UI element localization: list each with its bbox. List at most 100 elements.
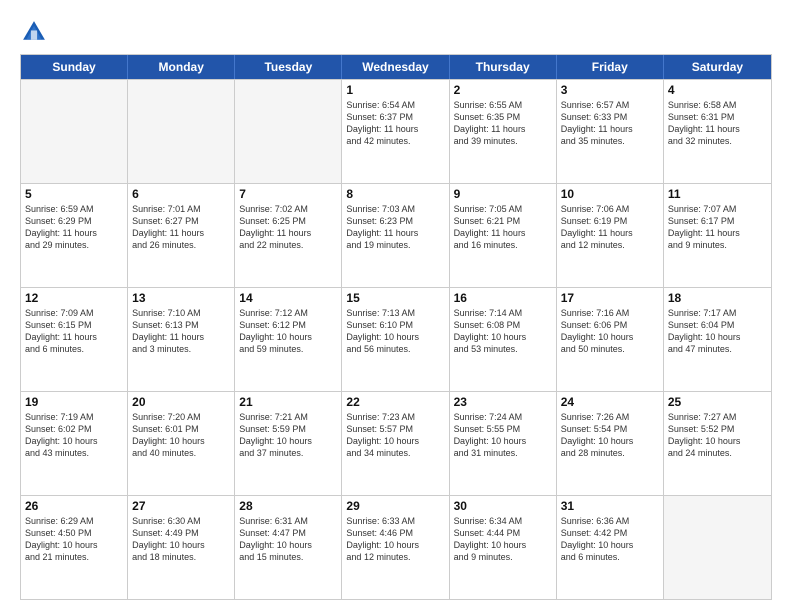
day-cell-6: 6 Sunrise: 7:01 AM Sunset: 6:27 PM Daylig… xyxy=(128,184,235,287)
empty-cell-r4c6 xyxy=(664,496,771,599)
day-number: 8 xyxy=(346,187,444,201)
day-number: 27 xyxy=(132,499,230,513)
day-number: 15 xyxy=(346,291,444,305)
weekday-header-friday: Friday xyxy=(557,55,664,79)
weekday-header-thursday: Thursday xyxy=(450,55,557,79)
day-cell-15: 15Sunrise: 7:13 AM Sunset: 6:10 PM Dayli… xyxy=(342,288,449,391)
day-cell-27: 27 Sunrise: 6:30 AM Sunset: 4:49 PM Dayli… xyxy=(128,496,235,599)
day-info: Sunrise: 7:02 AM Sunset: 6:25 PM Dayligh… xyxy=(239,203,337,252)
day-info: Sunrise: 6:55 AM Sunset: 6:35 PM Dayligh… xyxy=(454,99,552,148)
day-cell-30: 30 Sunrise: 6:34 AM Sunset: 4:44 PM Dayli… xyxy=(450,496,557,599)
day-info: Sunrise: 7:07 AM Sunset: 6:17 PM Dayligh… xyxy=(668,203,767,252)
day-number: 28 xyxy=(239,499,337,513)
day-cell-5: 5Sunrise: 6:59 AM Sunset: 6:29 PM Daylig… xyxy=(21,184,128,287)
day-info: Sunrise: 7:21 AM Sunset: 5:59 PM Dayligh… xyxy=(239,411,337,460)
day-cell-2: 2 Sunrise: 6:55 AM Sunset: 6:35 PM Daylig… xyxy=(450,80,557,183)
day-number: 30 xyxy=(454,499,552,513)
calendar-row-4: 19 Sunrise: 7:19 AM Sunset: 6:02 PM Dayli… xyxy=(21,391,771,495)
day-number: 10 xyxy=(561,187,659,201)
day-number: 24 xyxy=(561,395,659,409)
day-info: Sunrise: 7:01 AM Sunset: 6:27 PM Dayligh… xyxy=(132,203,230,252)
day-cell-29: 29 Sunrise: 6:33 AM Sunset: 4:46 PM Dayli… xyxy=(342,496,449,599)
day-number: 4 xyxy=(668,83,767,97)
day-cell-11: 11 Sunrise: 7:07 AM Sunset: 6:17 PM Dayli… xyxy=(664,184,771,287)
day-number: 29 xyxy=(346,499,444,513)
weekday-header-monday: Monday xyxy=(128,55,235,79)
day-info: Sunrise: 6:30 AM Sunset: 4:49 PM Dayligh… xyxy=(132,515,230,564)
day-cell-28: 28 Sunrise: 6:31 AM Sunset: 4:47 PM Dayli… xyxy=(235,496,342,599)
day-cell-8: 8 Sunrise: 7:03 AM Sunset: 6:23 PM Daylig… xyxy=(342,184,449,287)
day-number: 25 xyxy=(668,395,767,409)
day-cell-22: 22 Sunrise: 7:23 AM Sunset: 5:57 PM Dayli… xyxy=(342,392,449,495)
day-info: Sunrise: 6:34 AM Sunset: 4:44 PM Dayligh… xyxy=(454,515,552,564)
day-number: 14 xyxy=(239,291,337,305)
day-number: 19 xyxy=(25,395,123,409)
day-number: 9 xyxy=(454,187,552,201)
day-info: Sunrise: 6:36 AM Sunset: 4:42 PM Dayligh… xyxy=(561,515,659,564)
page: SundayMondayTuesdayWednesdayThursdayFrid… xyxy=(0,0,792,612)
calendar-row-2: 5Sunrise: 6:59 AM Sunset: 6:29 PM Daylig… xyxy=(21,183,771,287)
calendar-header: SundayMondayTuesdayWednesdayThursdayFrid… xyxy=(21,55,771,79)
day-number: 7 xyxy=(239,187,337,201)
weekday-header-wednesday: Wednesday xyxy=(342,55,449,79)
calendar: SundayMondayTuesdayWednesdayThursdayFrid… xyxy=(20,54,772,600)
day-info: Sunrise: 7:20 AM Sunset: 6:01 PM Dayligh… xyxy=(132,411,230,460)
day-cell-18: 18 Sunrise: 7:17 AM Sunset: 6:04 PM Dayli… xyxy=(664,288,771,391)
day-number: 16 xyxy=(454,291,552,305)
logo-icon xyxy=(20,18,48,46)
day-cell-1: 1 Sunrise: 6:54 AM Sunset: 6:37 PM Daylig… xyxy=(342,80,449,183)
day-number: 6 xyxy=(132,187,230,201)
day-info: Sunrise: 7:17 AM Sunset: 6:04 PM Dayligh… xyxy=(668,307,767,356)
day-cell-10: 10 Sunrise: 7:06 AM Sunset: 6:19 PM Dayli… xyxy=(557,184,664,287)
day-info: Sunrise: 7:12 AM Sunset: 6:12 PM Dayligh… xyxy=(239,307,337,356)
day-cell-26: 26Sunrise: 6:29 AM Sunset: 4:50 PM Dayli… xyxy=(21,496,128,599)
day-info: Sunrise: 7:05 AM Sunset: 6:21 PM Dayligh… xyxy=(454,203,552,252)
day-cell-17: 17 Sunrise: 7:16 AM Sunset: 6:06 PM Dayli… xyxy=(557,288,664,391)
weekday-header-sunday: Sunday xyxy=(21,55,128,79)
day-cell-14: 14 Sunrise: 7:12 AM Sunset: 6:12 PM Dayli… xyxy=(235,288,342,391)
day-info: Sunrise: 7:16 AM Sunset: 6:06 PM Dayligh… xyxy=(561,307,659,356)
day-info: Sunrise: 6:29 AM Sunset: 4:50 PM Dayligh… xyxy=(25,515,123,564)
day-cell-12: 12 Sunrise: 7:09 AM Sunset: 6:15 PM Dayli… xyxy=(21,288,128,391)
day-number: 22 xyxy=(346,395,444,409)
day-cell-19: 19 Sunrise: 7:19 AM Sunset: 6:02 PM Dayli… xyxy=(21,392,128,495)
day-number: 20 xyxy=(132,395,230,409)
day-info: Sunrise: 6:57 AM Sunset: 6:33 PM Dayligh… xyxy=(561,99,659,148)
day-cell-21: 21 Sunrise: 7:21 AM Sunset: 5:59 PM Dayli… xyxy=(235,392,342,495)
day-info: Sunrise: 6:54 AM Sunset: 6:37 PM Dayligh… xyxy=(346,99,444,148)
day-info: Sunrise: 7:06 AM Sunset: 6:19 PM Dayligh… xyxy=(561,203,659,252)
calendar-row-3: 12 Sunrise: 7:09 AM Sunset: 6:15 PM Dayli… xyxy=(21,287,771,391)
day-info: Sunrise: 7:26 AM Sunset: 5:54 PM Dayligh… xyxy=(561,411,659,460)
day-info: Sunrise: 6:58 AM Sunset: 6:31 PM Dayligh… xyxy=(668,99,767,148)
empty-cell-r0c2 xyxy=(235,80,342,183)
day-info: Sunrise: 6:33 AM Sunset: 4:46 PM Dayligh… xyxy=(346,515,444,564)
day-number: 1 xyxy=(346,83,444,97)
day-cell-13: 13Sunrise: 7:10 AM Sunset: 6:13 PM Dayli… xyxy=(128,288,235,391)
day-number: 11 xyxy=(668,187,767,201)
day-number: 17 xyxy=(561,291,659,305)
day-number: 23 xyxy=(454,395,552,409)
empty-cell-r0c0 xyxy=(21,80,128,183)
day-info: Sunrise: 7:23 AM Sunset: 5:57 PM Dayligh… xyxy=(346,411,444,460)
day-number: 3 xyxy=(561,83,659,97)
empty-cell-r0c1 xyxy=(128,80,235,183)
day-number: 12 xyxy=(25,291,123,305)
day-info: Sunrise: 7:19 AM Sunset: 6:02 PM Dayligh… xyxy=(25,411,123,460)
day-cell-16: 16 Sunrise: 7:14 AM Sunset: 6:08 PM Dayli… xyxy=(450,288,557,391)
day-number: 21 xyxy=(239,395,337,409)
header xyxy=(20,18,772,46)
calendar-row-1: 1 Sunrise: 6:54 AM Sunset: 6:37 PM Daylig… xyxy=(21,79,771,183)
day-cell-4: 4 Sunrise: 6:58 AM Sunset: 6:31 PM Daylig… xyxy=(664,80,771,183)
day-number: 2 xyxy=(454,83,552,97)
day-number: 18 xyxy=(668,291,767,305)
day-cell-25: 25Sunrise: 7:27 AM Sunset: 5:52 PM Dayli… xyxy=(664,392,771,495)
day-info: Sunrise: 6:59 AM Sunset: 6:29 PM Dayligh… xyxy=(25,203,123,252)
day-info: Sunrise: 7:09 AM Sunset: 6:15 PM Dayligh… xyxy=(25,307,123,356)
day-info: Sunrise: 7:03 AM Sunset: 6:23 PM Dayligh… xyxy=(346,203,444,252)
day-info: Sunrise: 7:10 AM Sunset: 6:13 PM Dayligh… xyxy=(132,307,230,356)
weekday-header-tuesday: Tuesday xyxy=(235,55,342,79)
day-cell-24: 24 Sunrise: 7:26 AM Sunset: 5:54 PM Dayli… xyxy=(557,392,664,495)
day-info: Sunrise: 7:14 AM Sunset: 6:08 PM Dayligh… xyxy=(454,307,552,356)
day-info: Sunrise: 6:31 AM Sunset: 4:47 PM Dayligh… xyxy=(239,515,337,564)
day-cell-23: 23Sunrise: 7:24 AM Sunset: 5:55 PM Dayli… xyxy=(450,392,557,495)
